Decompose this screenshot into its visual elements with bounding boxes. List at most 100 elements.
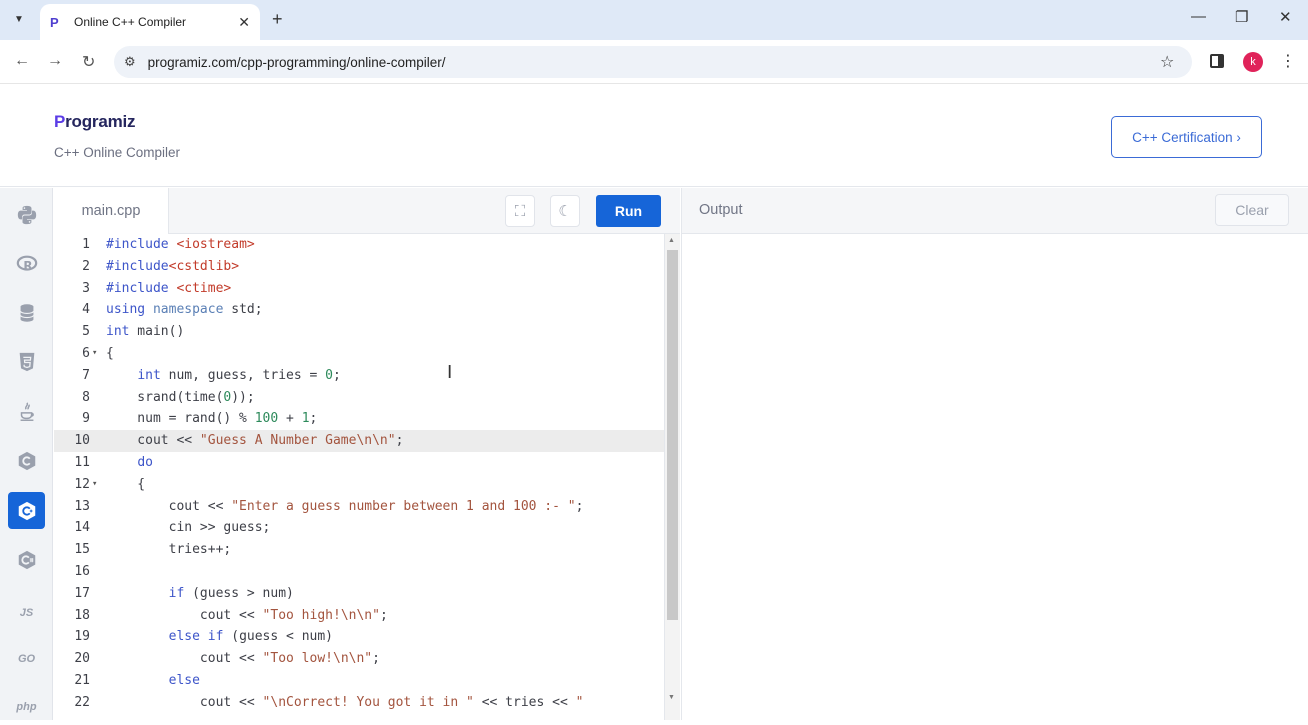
code-text: #include <iostream> (106, 237, 255, 252)
code-line[interactable]: 18 cout << "Too high!\n\n"; (54, 605, 664, 627)
code-line[interactable]: 11 do (54, 452, 664, 474)
line-number: 4 (82, 302, 90, 318)
window-close-icon[interactable]: ✕ (1279, 8, 1292, 26)
tab-title: Online C++ Compiler (74, 15, 187, 29)
url-text: programiz.com/cpp-programming/online-com… (147, 54, 446, 70)
line-number: 16 (74, 564, 90, 579)
code-line[interactable]: 5 int main() (54, 321, 664, 343)
python-icon[interactable] (8, 196, 45, 233)
line-number: 6 (82, 346, 90, 361)
code-line[interactable]: 7 int num, guess, tries = 0; (54, 365, 664, 387)
code-line[interactable]: 9 num = rand() % 100 + 1; (54, 408, 664, 430)
code-line[interactable]: 19 else if (guess < num) (54, 626, 664, 648)
editor-toolbar: main.cpp ⛶ ☾ Run (54, 188, 680, 234)
output-header: Output Clear (681, 188, 1308, 234)
code-line[interactable]: 1 #include <iostream> (54, 234, 664, 256)
browser-menu-icon[interactable]: ⋮ (1280, 51, 1296, 71)
forward-arrow-icon[interactable]: → (47, 52, 63, 70)
language-sidebar: R JS GO php (0, 188, 53, 720)
code-line[interactable]: 20 cout << "Too low!\n\n"; (54, 648, 664, 670)
line-number: 22 (74, 694, 90, 710)
minimize-icon[interactable]: — (1191, 8, 1206, 25)
code-line[interactable]: 4 using namespace std; (54, 299, 664, 321)
code-line[interactable]: 22 cout << "\nCorrect! You got it in " <… (54, 692, 664, 714)
dark-mode-moon-icon[interactable]: ☾ (550, 195, 580, 227)
new-tab-plus-icon[interactable]: + (272, 9, 283, 30)
code-line[interactable]: 3 #include <ctime> (54, 278, 664, 300)
code-text: using namespace std; (106, 302, 263, 318)
line-number: 14 (74, 520, 90, 536)
line-number: 8 (82, 389, 90, 405)
line-number: 9 (82, 411, 90, 427)
code-line[interactable]: 2 #include<cstdlib> (54, 256, 664, 278)
line-number: 1 (82, 237, 90, 252)
clear-button[interactable]: Clear (1215, 194, 1289, 226)
url-field[interactable]: ⚙ programiz.com/cpp-programming/online-c… (114, 46, 1192, 78)
code-line[interactable]: 15 tries++; (54, 539, 664, 561)
browser-tab[interactable]: P Online C++ Compiler ✕ (40, 4, 260, 40)
text-cursor-icon: I (447, 362, 453, 383)
code-text: int main() (106, 324, 185, 340)
editor-scrollbar[interactable]: ▲ ▼ (664, 234, 680, 720)
java-icon[interactable] (8, 393, 45, 430)
code-text: cout << "Too low!\n\n"; (106, 651, 380, 667)
line-number: 5 (82, 324, 90, 340)
code-line[interactable]: 16 (54, 561, 664, 583)
code-text: num = rand() % 100 + 1; (106, 411, 318, 427)
code-line[interactable]: 21 else (54, 670, 664, 692)
csharp-language-icon[interactable] (8, 541, 45, 578)
code-editor[interactable]: 1 #include <iostream> 2 #include<cstdlib> 3 #… (54, 234, 664, 720)
code-line[interactable]: 12 ▾ { (54, 474, 664, 496)
code-text: if (guess > num) (168, 585, 294, 601)
go-language-icon[interactable]: GO (8, 640, 45, 677)
tab-close-icon[interactable]: ✕ (238, 14, 250, 31)
back-arrow-icon[interactable]: ← (14, 52, 30, 70)
scroll-down-arrow-icon[interactable]: ▼ (668, 694, 675, 701)
site-header: Programiz C++ Online Compiler C++ Certif… (0, 85, 1308, 187)
code-text: cout << "Too high!\n\n"; (106, 607, 388, 623)
scrollbar-thumb[interactable] (667, 250, 678, 620)
side-panel-icon[interactable] (1210, 54, 1224, 68)
output-console[interactable] (681, 234, 1308, 720)
line-number: 2 (82, 258, 90, 274)
output-label: Output (699, 202, 743, 218)
programiz-logo[interactable]: Programiz (54, 112, 136, 132)
fold-arrow-icon[interactable]: ▾ (92, 474, 97, 496)
svg-text:R: R (23, 258, 32, 272)
profile-avatar[interactable]: k (1243, 52, 1263, 72)
code-line[interactable]: 10 cout << "Guess A Number Game\n\n"; (54, 430, 664, 452)
reload-icon[interactable]: ↻ (82, 52, 95, 72)
line-number: 13 (74, 498, 90, 514)
code-text: #include <ctime> (106, 280, 232, 296)
html5-icon[interactable] (8, 343, 45, 380)
line-number: 11 (74, 455, 90, 470)
code-text: cout << "Enter a guess number between 1 … (106, 498, 584, 514)
code-line[interactable]: 14 cin >> guess; (54, 517, 664, 539)
r-language-icon[interactable]: R (8, 245, 45, 282)
javascript-icon[interactable]: JS (8, 594, 45, 631)
tab-search-chevron-icon[interactable]: ▼ (8, 8, 30, 30)
page-subtitle: C++ Online Compiler (54, 145, 181, 160)
line-number: 10 (74, 433, 90, 449)
code-line[interactable]: 6 ▾ { (54, 343, 664, 365)
programiz-favicon-icon: P (50, 14, 59, 30)
fullscreen-icon[interactable]: ⛶ (505, 195, 535, 227)
fold-arrow-icon[interactable]: ▾ (92, 343, 97, 365)
code-text: cout << "Guess A Number Game\n\n"; (106, 433, 404, 449)
c-language-icon[interactable] (8, 442, 45, 479)
file-tab-main-cpp[interactable]: main.cpp (54, 188, 169, 234)
certification-button[interactable]: C++ Certification › (1111, 116, 1262, 158)
line-number: 3 (82, 280, 90, 296)
bookmark-star-icon[interactable]: ☆ (1160, 52, 1174, 72)
code-line[interactable]: 17 if (guess > num) (54, 583, 664, 605)
scroll-up-arrow-icon[interactable]: ▲ (668, 237, 675, 244)
site-info-icon[interactable]: ⚙ (124, 54, 136, 70)
sql-database-icon[interactable] (8, 294, 45, 331)
cpp-language-icon[interactable] (8, 492, 45, 529)
code-text: else (168, 673, 200, 688)
restore-icon[interactable]: ❐ (1235, 8, 1248, 26)
code-line[interactable]: 8 srand(time(0)); (54, 387, 664, 409)
code-line[interactable]: 13 cout << "Enter a guess number between… (54, 496, 664, 518)
run-button[interactable]: Run (596, 195, 661, 227)
php-language-icon[interactable]: php (8, 688, 45, 725)
